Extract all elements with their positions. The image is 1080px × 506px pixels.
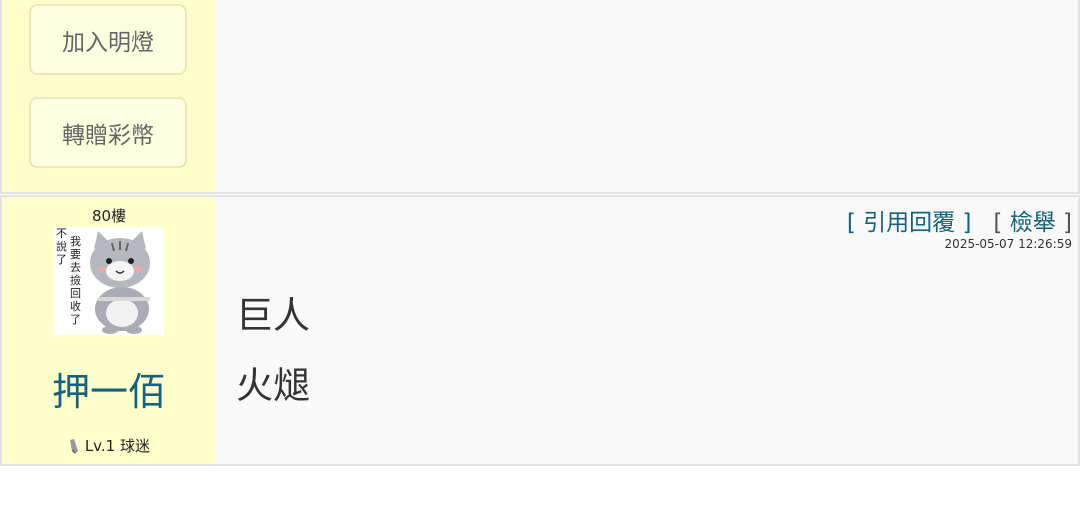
svg-text:說: 說 — [56, 239, 67, 253]
svg-text:去: 去 — [70, 261, 81, 274]
report-link[interactable]: [ 檢舉 ] — [993, 210, 1072, 236]
avatar[interactable]: 我要去 撿回收了 不說了 — [54, 227, 164, 335]
svg-text:了: 了 — [56, 253, 67, 266]
quote-reply-link[interactable]: [ 引用回覆 ] — [847, 210, 972, 236]
floor-number: 80樓 — [91, 207, 127, 225]
user-sidebar: 加入明燈 轉贈彩幣 — [2, 0, 216, 192]
username-link[interactable]: 押一佰 — [2, 361, 216, 416]
post-actions: [ 引用回覆 ] [ 檢舉 ] — [847, 203, 1072, 237]
svg-text:撿: 撿 — [70, 273, 81, 287]
svg-text:回: 回 — [70, 287, 81, 300]
user-sidebar: 80樓 我要去 撿回收了 不說了 押一佰 Lv.1 球迷 — [2, 197, 216, 464]
post-content-line: 火煺 — [236, 364, 310, 407]
level-text: Lv.1 球迷 — [84, 437, 150, 455]
post-block: 80樓 我要去 撿回收了 不說了 押一佰 Lv.1 球迷 [引用回覆] [… — [0, 195, 1080, 466]
post-timestamp: 2025-05-07 12:26:59 — [944, 237, 1072, 251]
post-content-line: 巨人 — [236, 294, 310, 337]
svg-text:我: 我 — [70, 235, 81, 248]
post-block: 加入明燈 轉贈彩幣 — [0, 0, 1080, 194]
svg-text:收: 收 — [70, 299, 81, 313]
svg-text:要: 要 — [70, 248, 81, 261]
svg-text:不: 不 — [56, 227, 67, 240]
gift-coins-button[interactable]: 轉贈彩幣 — [29, 97, 187, 168]
pencil-icon — [70, 438, 79, 454]
svg-text:了: 了 — [70, 313, 81, 326]
user-level: Lv.1 球迷 — [2, 435, 216, 456]
add-lamp-button[interactable]: 加入明燈 — [29, 4, 187, 75]
